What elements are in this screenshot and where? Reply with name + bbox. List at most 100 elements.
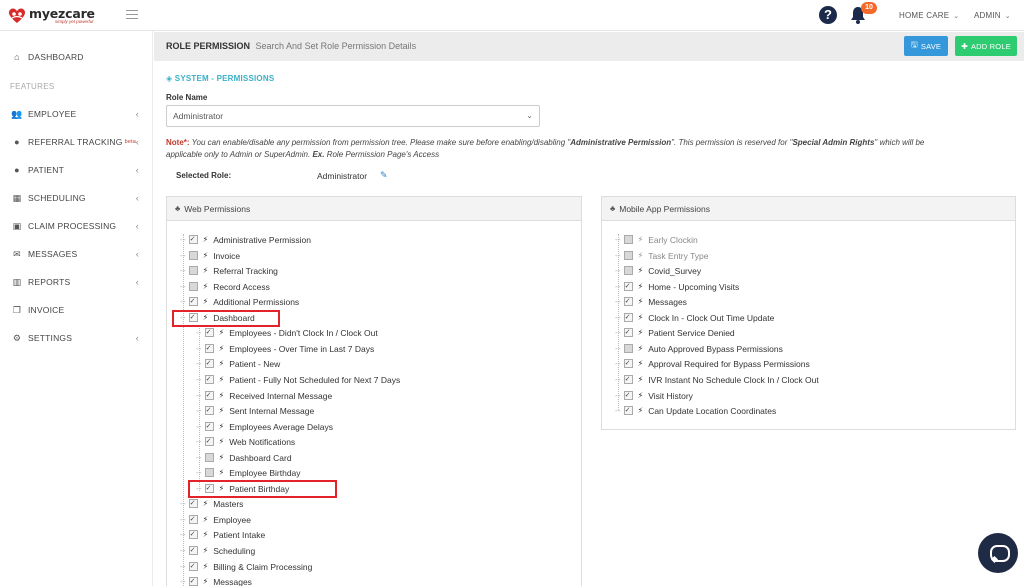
tree-item[interactable]: - - ⚡ Employee Birthday xyxy=(196,465,301,480)
permission-checkbox[interactable] xyxy=(204,328,214,337)
tree-item-label: Patient - New xyxy=(229,358,281,369)
tree-item-label: Early Clockin xyxy=(648,234,698,245)
permission-checkbox[interactable] xyxy=(623,375,633,384)
tree-item[interactable]: - - ⚡ Clock In - Clock Out Time Update xyxy=(615,310,774,325)
permission-checkbox[interactable] xyxy=(623,391,633,400)
tree-item[interactable]: - - ⚡ Masters xyxy=(180,496,243,511)
permission-checkbox[interactable] xyxy=(188,266,198,275)
save-button[interactable]: 🖫 SAVE xyxy=(904,36,948,56)
bolt-icon: ⚡ xyxy=(637,251,644,260)
role-name-label: Role Name xyxy=(166,93,208,102)
tree-item[interactable]: - - ⚡ Home - Upcoming Visits xyxy=(615,279,739,294)
menu-toggle-icon[interactable] xyxy=(126,10,138,20)
tree-item[interactable]: - - ⚡ Early Clockin xyxy=(615,232,698,247)
tree-item-label: Employees Average Delays xyxy=(229,421,333,432)
tree-item[interactable]: - - ⚡ Patient - New xyxy=(196,356,280,371)
permission-checkbox[interactable] xyxy=(204,406,214,415)
chat-bubble-icon[interactable] xyxy=(978,533,1018,573)
bolt-icon: ⚡ xyxy=(637,282,644,291)
permission-checkbox[interactable] xyxy=(204,437,214,446)
sidebar-item-dashboard[interactable]: ⌂ DASHBOARD xyxy=(0,47,153,67)
sidebar-item-reports[interactable]: ▥ REPORTS ‹ xyxy=(0,272,153,292)
tree-item[interactable]: - - ⚡ Referral Tracking xyxy=(180,263,278,278)
tree-item[interactable]: - - ⚡ Dashboard Card xyxy=(196,450,292,465)
sidebar-item-referral-tracking[interactable]: ● REFERRAL TRACKING beta ‹ xyxy=(0,132,153,152)
tree-item[interactable]: - - ⚡ Approval Required for Bypass Permiss… xyxy=(615,356,810,371)
tree-item[interactable]: - - ⚡ Web Notifications xyxy=(196,434,295,449)
sidebar-item-scheduling[interactable]: ▦ SCHEDULING ‹ xyxy=(0,188,153,208)
tree-item[interactable]: - - ⚡ Employees - Didn't Clock In / Clock … xyxy=(196,325,378,340)
admin-menu[interactable]: ADMIN ⌄ xyxy=(974,11,1011,20)
home-care-menu[interactable]: HOME CARE ⌄ xyxy=(899,11,959,20)
bar-chart-icon: ▥ xyxy=(12,276,22,287)
tree-connector: - - xyxy=(615,251,620,260)
sidebar-item-settings[interactable]: ⚙ SETTINGS ‹ xyxy=(0,328,153,348)
sidebar-item-patient[interactable]: ● PATIENT ‹ xyxy=(0,160,153,180)
tree-item[interactable]: - - ⚡ IVR Instant No Schedule Clock In / C… xyxy=(615,372,819,387)
tree-item[interactable]: - - ⚡ Can Update Location Coordinates xyxy=(615,403,776,418)
permission-checkbox[interactable] xyxy=(188,499,198,508)
tree-item[interactable]: - - ⚡ Record Access xyxy=(180,279,270,294)
sidebar-item-claim-processing[interactable]: ▣ CLAIM PROCESSING ‹ xyxy=(0,216,153,236)
permission-checkbox[interactable] xyxy=(623,313,633,322)
tree-item[interactable]: - - ⚡ Employees Average Delays xyxy=(196,419,333,434)
sidebar-item-label: EMPLOYEE xyxy=(28,109,77,119)
chevron-left-icon: ‹ xyxy=(135,249,139,259)
permission-checkbox[interactable] xyxy=(204,468,214,477)
tree-connector: - - xyxy=(180,266,185,275)
help-icon[interactable]: ? xyxy=(819,6,837,24)
permission-checkbox[interactable] xyxy=(204,453,214,462)
role-name-select[interactable]: Administrator ⌄ xyxy=(166,105,540,127)
permission-checkbox[interactable] xyxy=(623,266,633,275)
add-role-button[interactable]: ✚ ADD ROLE xyxy=(955,36,1017,56)
permission-checkbox[interactable] xyxy=(623,251,633,260)
tree-item[interactable]: - - ⚡ Scheduling xyxy=(180,543,255,558)
tree-item[interactable]: - - ⚡ Billing & Claim Processing xyxy=(180,559,312,574)
sidebar-item-invoice[interactable]: ❐ INVOICE xyxy=(0,300,153,320)
permission-checkbox[interactable] xyxy=(188,251,198,260)
tree-item[interactable]: - - ⚡ Task Entry Type xyxy=(615,248,709,263)
permission-checkbox[interactable] xyxy=(188,297,198,306)
permission-checkbox[interactable] xyxy=(623,297,633,306)
permission-checkbox[interactable] xyxy=(188,562,198,571)
permission-checkbox[interactable] xyxy=(188,530,198,539)
user-icon: ● xyxy=(14,137,20,147)
permission-checkbox[interactable] xyxy=(204,422,214,431)
tree-item[interactable]: - - ⚡ Employee xyxy=(180,512,251,527)
permission-checkbox[interactable] xyxy=(188,515,198,524)
permission-checkbox[interactable] xyxy=(188,577,198,586)
app-logo[interactable]: myezcare simply yet powerful xyxy=(8,6,95,26)
tree-item[interactable]: - - ⚡ Messages xyxy=(180,574,252,586)
tree-item[interactable]: - - ⚡ Invoice xyxy=(180,248,240,263)
permission-checkbox[interactable] xyxy=(623,282,633,291)
tree-item[interactable]: - - ⚡ Patient Service Denied xyxy=(615,325,735,340)
permission-checkbox[interactable] xyxy=(188,235,198,244)
pencil-icon[interactable]: ✎ xyxy=(380,170,388,181)
tree-item[interactable]: - - ⚡ Received Internal Message xyxy=(196,388,332,403)
tree-item[interactable]: - - ⚡ Visit History xyxy=(615,388,693,403)
permission-checkbox[interactable] xyxy=(204,391,214,400)
tree-item[interactable]: - - ⚡ Additional Permissions xyxy=(180,294,299,309)
permission-checkbox[interactable] xyxy=(623,328,633,337)
permission-checkbox[interactable] xyxy=(623,359,633,368)
tree-item[interactable]: - - ⚡ Auto Approved Bypass Permissions xyxy=(615,341,783,356)
permission-checkbox[interactable] xyxy=(204,359,214,368)
sidebar-item-employee[interactable]: 👥 EMPLOYEE ‹ xyxy=(0,104,153,124)
tree-item[interactable]: - - ⚡ Administrative Permission xyxy=(180,232,311,247)
tree-item[interactable]: - - ⚡ Patient Intake xyxy=(180,527,265,542)
tree-item[interactable]: - - ⚡ Messages xyxy=(615,294,687,309)
permission-checkbox[interactable] xyxy=(188,546,198,555)
permission-checkbox[interactable] xyxy=(204,375,214,384)
permission-checkbox[interactable] xyxy=(623,344,633,353)
tree-item[interactable]: - - ⚡ Patient - Fully Not Scheduled for Ne… xyxy=(196,372,400,387)
tree-item[interactable]: - - ⚡ Covid_Survey xyxy=(615,263,701,278)
permission-checkbox[interactable] xyxy=(204,344,214,353)
permission-checkbox[interactable] xyxy=(623,235,633,244)
permission-checkbox[interactable] xyxy=(623,406,633,415)
sidebar-item-messages[interactable]: ✉ MESSAGES ‹ xyxy=(0,244,153,264)
tree-item[interactable]: - - ⚡ Employees - Over Time in Last 7 Days xyxy=(196,341,374,356)
permission-checkbox[interactable] xyxy=(188,282,198,291)
admin-label: ADMIN xyxy=(974,11,1001,20)
tree-item[interactable]: - - ⚡ Sent Internal Message xyxy=(196,403,314,418)
bolt-icon: ⚡ xyxy=(218,328,225,337)
